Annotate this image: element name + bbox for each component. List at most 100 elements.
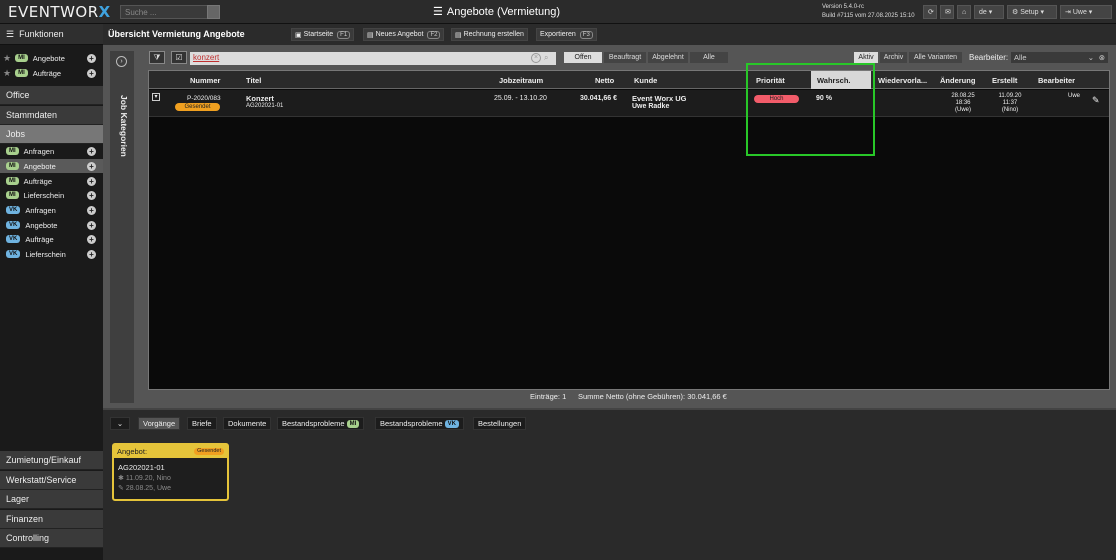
card-header: Angebot: Gesendet [114,445,227,458]
sidebar-section-finanzen[interactable]: Finanzen [0,510,103,529]
col-titel[interactable]: Titel [246,76,261,85]
sidebar-section-zumietung[interactable]: Zumietung/Einkauf [0,451,103,470]
tab-vorgaenge[interactable]: Vorgänge [138,417,181,430]
offer-search-input[interactable]: konzert [190,52,556,65]
add-icon[interactable]: + [87,176,96,186]
add-icon[interactable]: + [87,220,96,230]
expand-icon[interactable]: › [116,56,127,67]
vk-badge: VK [6,250,21,258]
sidebar-item-vk-lieferschein[interactable]: VK Lieferschein + [0,247,103,261]
sidebar-section-werkstatt[interactable]: Werkstatt/Service [0,471,103,490]
refresh-icon[interactable]: ⟳ [923,5,937,19]
col-jobzeitraum[interactable]: Jobzeitraum [499,76,543,85]
add-icon[interactable]: + [87,249,96,259]
sidebar-header[interactable]: ☰ Funktionen [0,24,103,45]
col-erstellt[interactable]: Erstellt [992,76,1017,85]
filter-icon[interactable]: ⧩ [149,51,165,64]
filter-beauftragt[interactable]: Beauftragt [603,51,647,64]
bottom-panel: ⌄ Vorgänge Briefe Dokumente Bestandsprob… [103,408,1116,560]
sidebar-item-label: Angebote [23,161,56,171]
tab-bestandsprobleme-vk[interactable]: Bestandsprobleme VK [375,417,464,430]
sidebar-section-controlling[interactable]: Controlling [0,529,103,548]
col-netto[interactable]: Netto [595,76,614,85]
checkbox-filter-icon[interactable]: ☑ [171,51,187,64]
search-button[interactable] [207,5,220,19]
filter-offen[interactable]: Offen [563,51,603,64]
sidebar-section-lager[interactable]: Lager [0,490,103,509]
star-icon[interactable]: ★ [3,53,11,64]
table-row[interactable]: ▾ P-2020/083 Gesendet Konzert AG202021-0… [149,90,1109,117]
startseite-button[interactable]: ▣ Startseite F1 [291,28,355,41]
sidebar-item-mi-auftraege[interactable]: MI Aufträge + [0,174,103,188]
job-categories-panel[interactable]: › Job Kategorien [110,51,134,403]
sidebar: ☰ Funktionen ★ MI Angebote + ★ MI Aufträg… [0,24,103,560]
sidebar-item-mi-anfragen[interactable]: MI Anfragen + [0,144,103,158]
export-button[interactable]: Exportieren F3 [536,28,597,41]
collapse-icon[interactable]: ⌄ [110,417,130,430]
clear-icon[interactable]: ⊗ [1099,53,1105,62]
offer-card[interactable]: Angebot: Gesendet AG202021-01 ✱ 11.09.20,… [112,443,229,501]
create-invoice-button[interactable]: ▤ Rechnung erstellen [451,28,528,41]
document-icon: ▤ [367,31,374,39]
sidebar-section-jobs[interactable]: Jobs [0,125,103,144]
vk-badge: VK [6,221,21,229]
gear-icon: ✱ [118,475,124,482]
filter-alle[interactable]: Alle [689,51,729,64]
user-menu[interactable]: ⇥ Uwe ▾ [1060,5,1112,19]
favorite-label: Angebote [32,53,65,63]
sidebar-section-stammdaten[interactable]: Stammdaten [0,106,103,125]
mi-badge: MI [346,419,360,428]
sidebar-item-vk-auftraege[interactable]: VK Aufträge + [0,232,103,246]
tab-dokumente[interactable]: Dokumente [223,417,272,430]
sidebar-item-vk-anfragen[interactable]: VK Anfragen + [0,203,103,217]
col-aenderung[interactable]: Änderung [940,76,975,85]
add-icon[interactable]: + [87,68,96,78]
add-icon[interactable]: + [87,146,96,156]
col-nummer[interactable]: Nummer [190,76,220,85]
tab-briefe[interactable]: Briefe [187,417,217,430]
filter-archiv[interactable]: Archiv [879,51,908,64]
col-kunde[interactable]: Kunde [634,76,657,85]
col-bearbeiter[interactable]: Bearbeiter [1038,76,1075,85]
vk-badge: VK [6,206,21,214]
sidebar-item-mi-angebote[interactable]: MI Angebote + [0,159,103,173]
sidebar-item-label: Angebote [25,220,58,230]
mail-icon[interactable]: ✉ [940,5,954,19]
favorite-item-auftraege[interactable]: ★ MI Aufträge + [0,66,103,80]
favorite-item-angebote[interactable]: ★ MI Angebote + [0,51,103,65]
filter-abgelehnt[interactable]: Abgelehnt [647,51,689,64]
language-select[interactable]: de ▾ [974,5,1004,19]
card-number: AG202021-01 [118,463,165,472]
tab-bestellungen[interactable]: Bestellungen [473,417,527,430]
page-title: ☰ Angebote (Vermietung) [433,6,561,18]
app-logo[interactable]: EVENTWORX [8,3,111,21]
vk-badge: VK [6,235,21,243]
sidebar-item-label: Aufträge [23,176,53,186]
col-wiedervorlage[interactable]: Wiedervorla... [878,76,927,85]
home-icon[interactable]: ⌂ [957,5,971,19]
global-search-input[interactable]: Suche ... [120,5,220,19]
main-title: Übersicht Vermietung Angebote [108,29,245,39]
search-icon[interactable]: ⌕ [544,53,554,63]
setup-menu[interactable]: ⚙ Setup ▾ [1007,5,1057,19]
bearbeiter-select[interactable]: Alle ⌄ ⊗ [1010,51,1109,64]
new-offer-button[interactable]: ▤ Neues Angebot F2 [363,28,445,41]
mi-badge: MI [6,177,19,185]
edit-icon: ✎ [118,485,124,492]
mi-badge: MI [6,191,19,199]
tab-bestandsprobleme-mi[interactable]: Bestandsprobleme MI [277,417,365,430]
add-icon[interactable]: + [87,205,96,215]
row-checkbox[interactable]: ▾ [152,93,160,101]
sidebar-item-mi-lieferschein[interactable]: MI Lieferschein + [0,188,103,202]
add-icon[interactable]: + [87,161,96,171]
add-icon[interactable]: + [87,190,96,200]
star-icon[interactable]: ★ [3,68,11,79]
filter-alle-varianten[interactable]: Alle Varianten [908,51,963,64]
gear-icon: ⚙ [1012,9,1019,16]
edit-icon[interactable]: ✎ [1092,95,1100,106]
add-icon[interactable]: + [87,234,96,244]
clear-search-icon[interactable]: × [531,53,541,63]
sidebar-item-vk-angebote[interactable]: VK Angebote + [0,218,103,232]
add-icon[interactable]: + [87,53,96,63]
sidebar-section-office[interactable]: Office [0,86,103,105]
